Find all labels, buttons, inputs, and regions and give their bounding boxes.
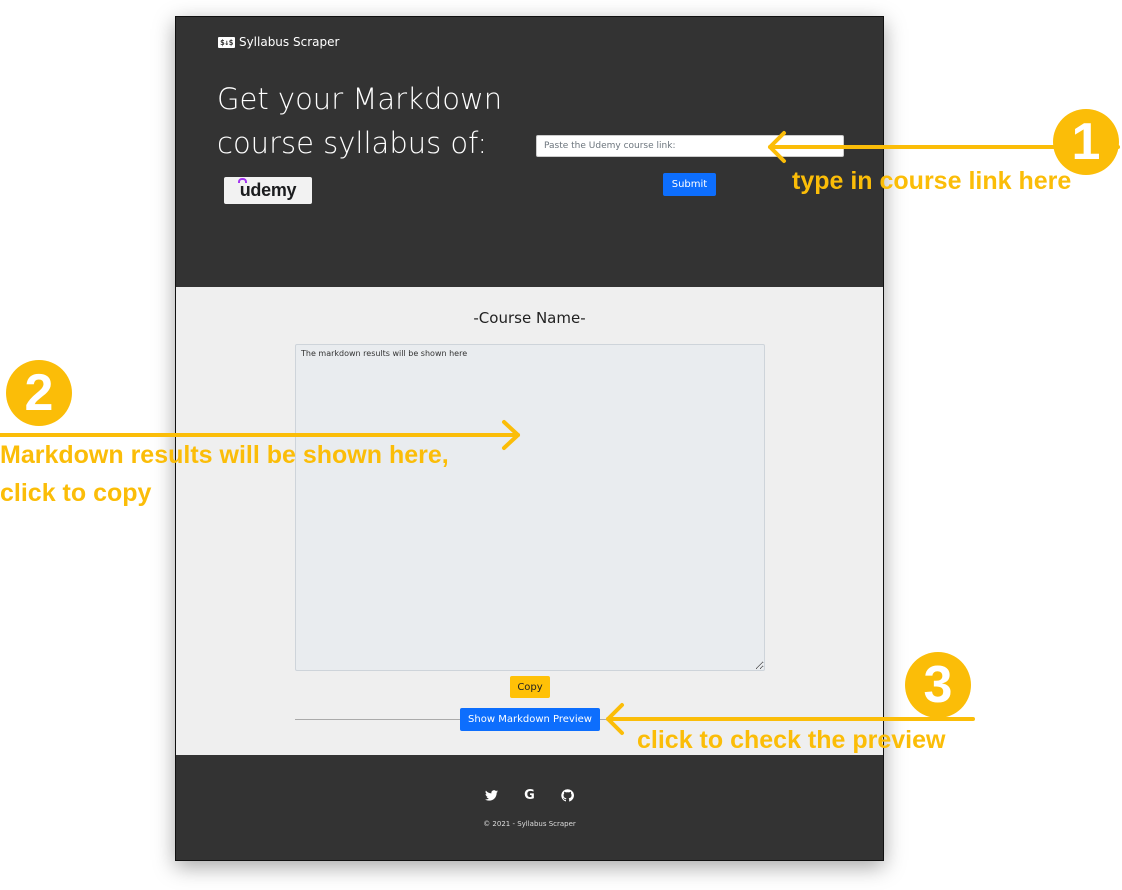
page-title: Get your Markdown course syllabus of: bbox=[217, 82, 503, 160]
results-section: -Course Name- Copy Show Markdown Preview bbox=[176, 287, 883, 755]
markdown-output[interactable] bbox=[295, 344, 765, 671]
twitter-icon-svg bbox=[485, 789, 498, 801]
github-icon[interactable] bbox=[560, 787, 576, 803]
udemy-cap-icon bbox=[238, 178, 247, 183]
copy-button[interactable]: Copy bbox=[510, 676, 550, 698]
copyright-text: © 2021 - Syllabus Scraper bbox=[483, 820, 576, 828]
show-preview-button[interactable]: Show Markdown Preview bbox=[460, 708, 600, 731]
udemy-logo-text: udemy bbox=[239, 180, 297, 200]
udemy-logo: udemy bbox=[224, 177, 312, 204]
step-2-badge: 2 bbox=[6, 360, 72, 426]
submit-button[interactable]: Submit bbox=[663, 173, 716, 196]
github-icon-svg bbox=[561, 788, 574, 801]
step-2-text-line1: Markdown results will be shown here, bbox=[0, 441, 449, 469]
step-2-text-line2: click to copy bbox=[0, 479, 152, 507]
step-1-text: type in course link here bbox=[792, 167, 1072, 195]
brand-name: Syllabus Scraper bbox=[238, 35, 340, 49]
hero-section: $↓$ Syllabus Scraper Get your Markdown c… bbox=[176, 17, 883, 287]
footer: G © 2021 - Syllabus Scraper bbox=[176, 755, 883, 860]
brand[interactable]: $↓$ Syllabus Scraper bbox=[218, 35, 339, 49]
google-icon[interactable]: G bbox=[522, 787, 538, 803]
course-name-heading: -Course Name- bbox=[473, 309, 586, 327]
course-link-input[interactable] bbox=[536, 135, 844, 157]
step-3-text: click to check the preview bbox=[637, 726, 946, 754]
brand-logo-icon: $↓$ bbox=[218, 36, 235, 48]
step-3-badge: 3 bbox=[905, 652, 971, 718]
social-links: G bbox=[176, 787, 883, 803]
twitter-icon[interactable] bbox=[484, 787, 500, 803]
